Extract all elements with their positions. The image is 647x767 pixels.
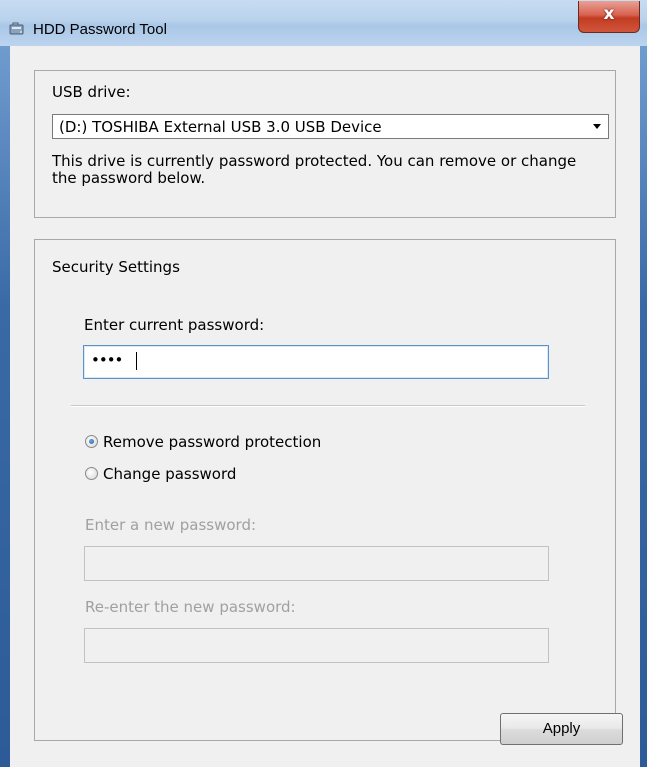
new-password-field[interactable] bbox=[84, 546, 549, 581]
current-password-label: Enter current password: bbox=[84, 316, 265, 334]
security-settings-title: Security Settings bbox=[52, 258, 180, 276]
remove-protection-radio[interactable] bbox=[85, 435, 98, 448]
current-password-field[interactable]: •••• bbox=[83, 345, 549, 379]
security-settings-group: Security Settings Enter current password… bbox=[34, 239, 616, 741]
radio-selected-dot bbox=[89, 439, 94, 444]
text-caret bbox=[136, 352, 137, 370]
reenter-password-label: Re-enter the new password: bbox=[85, 598, 296, 616]
usb-drive-label: USB drive: bbox=[52, 83, 131, 101]
usb-drive-group: USB drive: (D:) TOSHIBA External USB 3.0… bbox=[34, 70, 616, 218]
app-icon bbox=[9, 22, 24, 35]
close-icon: x bbox=[603, 4, 615, 24]
usb-drive-selected-value: (D:) TOSHIBA External USB 3.0 USB Device bbox=[59, 118, 382, 136]
usb-drive-dropdown[interactable]: (D:) TOSHIBA External USB 3.0 USB Device bbox=[52, 114, 609, 139]
title-bar[interactable]: HDD Password Tool x bbox=[0, 0, 647, 46]
apply-button[interactable]: Apply bbox=[500, 713, 623, 745]
dialog-client-area: USB drive: (D:) TOSHIBA External USB 3.0… bbox=[10, 46, 640, 767]
current-password-value: •••• bbox=[91, 351, 123, 369]
chevron-down-icon[interactable] bbox=[593, 124, 601, 129]
window-title: HDD Password Tool bbox=[33, 21, 167, 38]
change-password-label[interactable]: Change password bbox=[103, 465, 236, 483]
reenter-password-field[interactable] bbox=[84, 628, 549, 663]
drive-status-text: This drive is currently password protect… bbox=[52, 152, 577, 187]
new-password-label: Enter a new password: bbox=[85, 516, 257, 534]
change-password-radio[interactable] bbox=[85, 467, 98, 480]
close-button[interactable]: x bbox=[578, 1, 640, 33]
remove-protection-label[interactable]: Remove password protection bbox=[103, 433, 321, 451]
section-divider bbox=[71, 405, 585, 407]
app-window: HDD Password Tool x USB drive: (D:) TOSH… bbox=[0, 0, 647, 767]
